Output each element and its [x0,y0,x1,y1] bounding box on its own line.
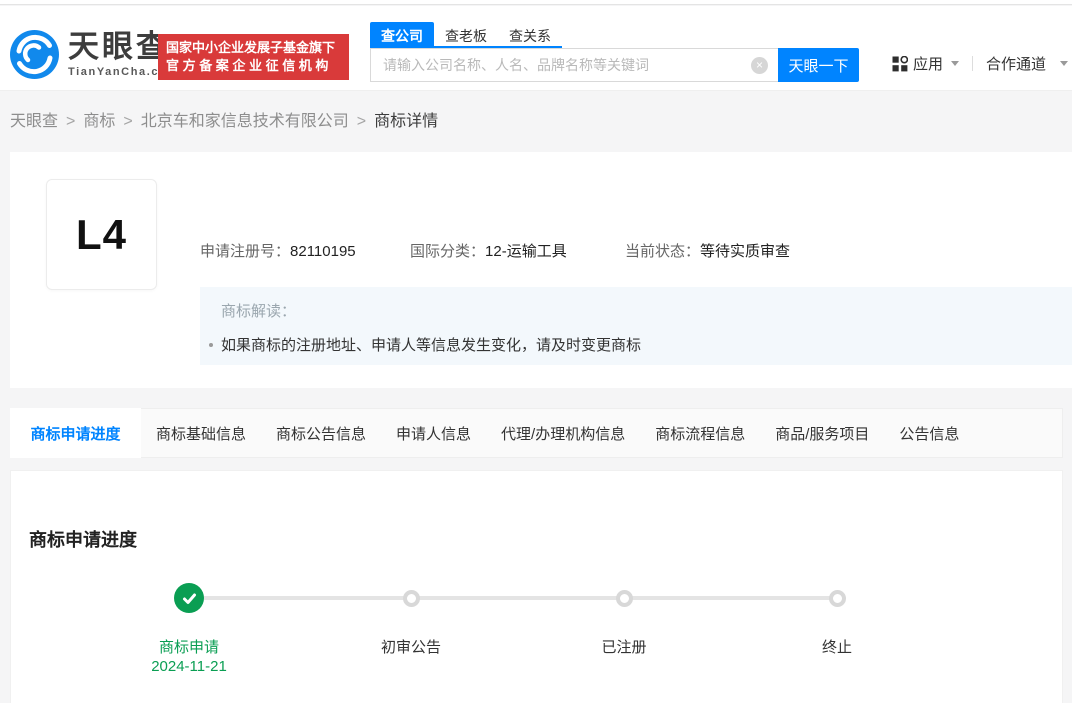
breadcrumb: 天眼查 > 商标 > 北京车和家信息技术有限公司 > 商标详情 [10,107,438,131]
tab-process-info[interactable]: 商标流程信息 [640,409,760,457]
chevron-down-icon [950,61,959,66]
header-nav: 应用 合作通道 [892,53,1068,74]
apps-grid-icon [892,55,908,71]
tianyancha-eye-icon [10,30,59,79]
field-registration-number: 申请注册号：82110195 [200,240,356,261]
step-node-todo [402,590,420,607]
tab-agency-info[interactable]: 代理/办理机构信息 [486,409,640,457]
top-divider [0,0,1072,5]
step-label: 终止 [821,639,852,656]
field-value: 82110195 [290,243,356,260]
field-intl-class: 国际分类：12-运输工具 [410,240,567,261]
field-value: 12-运输工具 [485,243,567,260]
site-logo[interactable]: 天眼查 TianYanCha.com [10,30,179,79]
breadcrumb-company[interactable]: 北京车和家信息技术有限公司 [141,113,349,130]
check-icon [182,593,196,604]
bullet-icon [209,342,213,347]
tab-applicant-info[interactable]: 申请人信息 [381,409,486,457]
step-date: 2024-11-21 [151,658,227,675]
nav-apps-label: 应用 [912,56,943,73]
breadcrumb-separator: > [66,113,76,130]
badge-line-1: 国家中小企业发展子基金旗下 [166,40,336,55]
field-label: 当前状态： [625,243,701,260]
search-tab-company[interactable]: 查公司 [370,22,434,46]
search-button[interactable]: 天眼一下 [778,48,859,82]
tab-goods-services[interactable]: 商品/服务项目 [760,409,884,457]
insight-text: 如果商标的注册地址、申请人等信息发生变化，请及时变更商标 [221,337,642,354]
nav-apps[interactable]: 应用 [892,53,959,74]
step-label: 商标申请 [158,639,219,656]
insight-title: 商标解读： [221,303,297,320]
header: 天眼查 TianYanCha.com 国家中小企业发展子基金旗下 官方备案企业征… [0,6,1072,91]
search-row: × 天眼一下 [370,48,859,82]
page: 天眼查 TianYanCha.com 国家中小企业发展子基金旗下 官方备案企业征… [0,0,1072,703]
field-label: 申请注册号： [200,243,291,260]
breadcrumb-home[interactable]: 天眼查 [10,113,58,130]
progress-card: 商标申请进度 商标申请 2024-11-21 初审公告 已注册 终止 [10,470,1063,703]
tab-announcement-info[interactable]: 公告信息 [884,409,974,457]
chevron-down-icon [1060,61,1068,66]
progress-timeline: 商标申请 2024-11-21 初审公告 已注册 终止 [11,471,1062,703]
breadcrumb-current: 商标详情 [374,113,439,130]
step-node-todo [828,590,846,607]
search-tabs: 查公司 查老板 查关系 [370,22,562,48]
trademark-insight-box: 商标解读： 如果商标的注册地址、申请人等信息发生变化，请及时变更商标 [200,287,1072,365]
breadcrumb-separator: > [123,113,133,130]
tab-basic-info[interactable]: 商标基础信息 [141,409,261,457]
search-input-wrap: × [370,48,778,82]
section-tabs: 商标申请进度 商标基础信息 商标公告信息 申请人信息 代理/办理机构信息 商标流… [10,408,1063,458]
trademark-fields: 申请注册号：82110195 国际分类：12-运输工具 当前状态：等待实质审查 [10,240,1072,262]
step-node-done [174,583,204,613]
trademark-summary-card: L4 申请注册号：82110195 国际分类：12-运输工具 当前状态：等待实质… [10,152,1072,388]
breadcrumb-separator: > [356,113,367,130]
search-input[interactable] [370,48,778,82]
breadcrumb-trademark[interactable]: 商标 [83,113,115,130]
search-block: 查公司 查老板 查关系 × 天眼一下 [370,22,859,82]
certification-badge: 国家中小企业发展子基金旗下 官方备案企业征信机构 [158,34,349,80]
search-tab-boss[interactable]: 查老板 [434,22,498,46]
trademark-image: L4 [46,179,157,290]
nav-partner[interactable]: 合作通道 [986,53,1068,74]
field-label: 国际分类： [410,243,486,260]
tab-gazette-info[interactable]: 商标公告信息 [261,409,381,457]
field-value: 等待实质审查 [700,243,791,260]
tab-application-progress[interactable]: 商标申请进度 [10,408,141,458]
step-node-todo [615,590,633,607]
step-label: 已注册 [601,639,647,656]
clear-icon[interactable]: × [751,57,768,74]
nav-divider [971,56,973,71]
search-tab-relation[interactable]: 查关系 [498,22,562,46]
insight-item: 如果商标的注册地址、申请人等信息发生变化，请及时变更商标 [209,334,1072,355]
timeline-track [189,596,837,600]
badge-line-2: 官方备案企业征信机构 [166,58,333,73]
step-label: 初审公告 [380,639,441,656]
nav-partner-label: 合作通道 [985,56,1046,73]
field-current-status: 当前状态：等待实质审查 [625,240,790,261]
